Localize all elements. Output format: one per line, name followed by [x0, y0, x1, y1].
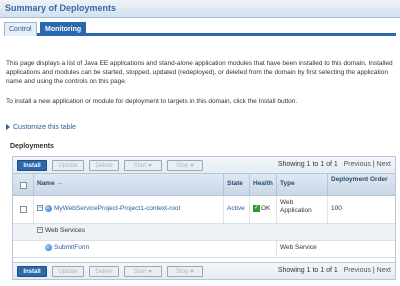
table-row: − Web Services — [13, 224, 395, 241]
chevron-down-icon — [190, 163, 195, 167]
showing-count: Showing 1 to 1 of 1 — [277, 267, 338, 274]
stop-label: Stop — [175, 163, 189, 169]
delete-button[interactable]: Delete — [89, 266, 119, 277]
previous-link[interactable]: Previous — [344, 267, 371, 274]
app-health-cell: ✓ OK — [249, 196, 276, 223]
column-deployment-order[interactable]: Deployment Order — [327, 174, 395, 196]
app-type: Web Application — [276, 196, 327, 223]
next-link[interactable]: Next — [377, 161, 391, 168]
start-label: Start — [133, 269, 147, 275]
tab-bar: Control Monitoring — [4, 22, 396, 36]
column-name-label: Name — [37, 180, 55, 187]
table-toolbar-top: Install Update Delete Start Stop Showing… — [13, 157, 395, 174]
showing-count: Showing 1 to 1 of 1 — [277, 161, 338, 168]
paging-separator: | — [372, 161, 375, 168]
chevron-down-icon — [148, 269, 153, 273]
intro-paragraph: This page displays a list of Java EE app… — [6, 60, 393, 85]
start-dropdown-button[interactable]: Start — [124, 266, 162, 277]
service-type: Web Service — [276, 241, 395, 257]
paging-info-bottom: Showing 1 to 1 of 1 Previous | Next — [278, 267, 391, 274]
app-health: OK — [261, 205, 271, 212]
service-name-cell: SubmitForm — [33, 241, 276, 257]
start-label: Start — [133, 163, 147, 169]
select-all-checkbox[interactable] — [20, 182, 27, 189]
page-header: Summary of Deployments — [0, 0, 400, 18]
install-button[interactable]: Install — [17, 160, 47, 171]
install-instruction: To install a new application or module f… — [6, 98, 298, 105]
app-name-link[interactable]: MyWebServiceProject-Project1-context-roo… — [54, 205, 180, 212]
web-services-label: Web Services — [45, 227, 85, 234]
stop-dropdown-button[interactable]: Stop — [167, 266, 203, 277]
app-state: Active — [223, 196, 249, 223]
deployments-table: Install Update Delete Start Stop Showing… — [12, 156, 396, 280]
table-row: − MyWebServiceProject-Project1-context-ro… — [13, 196, 395, 224]
start-dropdown-button[interactable]: Start — [124, 160, 162, 171]
row-select-checkbox[interactable] — [20, 206, 27, 213]
customize-table-label: Customize this table — [13, 124, 77, 131]
expand-arrow-icon — [6, 124, 10, 131]
install-button[interactable]: Install — [17, 266, 47, 277]
app-name-cell: − MyWebServiceProject-Project1-context-ro… — [33, 196, 223, 223]
app-deployment-order: 100 — [327, 196, 395, 223]
paging-info-top: Showing 1 to 1 of 1 Previous | Next — [278, 161, 391, 168]
tab-monitoring[interactable]: Monitoring — [40, 22, 86, 36]
globe-icon — [45, 244, 52, 251]
service-name-link[interactable]: SubmitForm — [54, 244, 89, 251]
page-title: Summary of Deployments — [5, 3, 117, 13]
column-type[interactable]: Type — [276, 174, 327, 196]
paging-separator: | — [372, 267, 375, 274]
previous-link[interactable]: Previous — [344, 161, 371, 168]
update-button[interactable]: Update — [52, 160, 84, 171]
table-toolbar-bottom: Install Update Delete Start Stop Showing… — [13, 262, 395, 279]
collapse-icon[interactable]: − — [37, 205, 43, 212]
table-row: SubmitForm Web Service — [13, 241, 395, 258]
table-header-row: Name ⇔ State Health Type Deployment Order — [13, 174, 395, 196]
globe-icon — [45, 204, 52, 212]
check-icon: ✓ — [253, 204, 260, 212]
delete-button[interactable]: Delete — [89, 160, 119, 171]
stop-dropdown-button[interactable]: Stop — [167, 160, 203, 171]
chevron-down-icon — [148, 163, 153, 167]
update-button[interactable]: Update — [52, 266, 84, 277]
column-state[interactable]: State — [223, 174, 249, 196]
stop-label: Stop — [175, 269, 189, 275]
sort-icon: ⇔ — [56, 181, 63, 187]
next-link[interactable]: Next — [377, 267, 391, 274]
deployments-section-title: Deployments — [10, 143, 54, 150]
tab-control[interactable]: Control — [4, 22, 37, 36]
web-services-group: − Web Services — [33, 224, 395, 240]
customize-table-link[interactable]: Customize this table — [6, 124, 76, 131]
column-health[interactable]: Health — [249, 174, 276, 196]
chevron-down-icon — [190, 269, 195, 273]
column-name[interactable]: Name ⇔ — [33, 174, 223, 196]
collapse-icon[interactable]: − — [37, 227, 43, 234]
